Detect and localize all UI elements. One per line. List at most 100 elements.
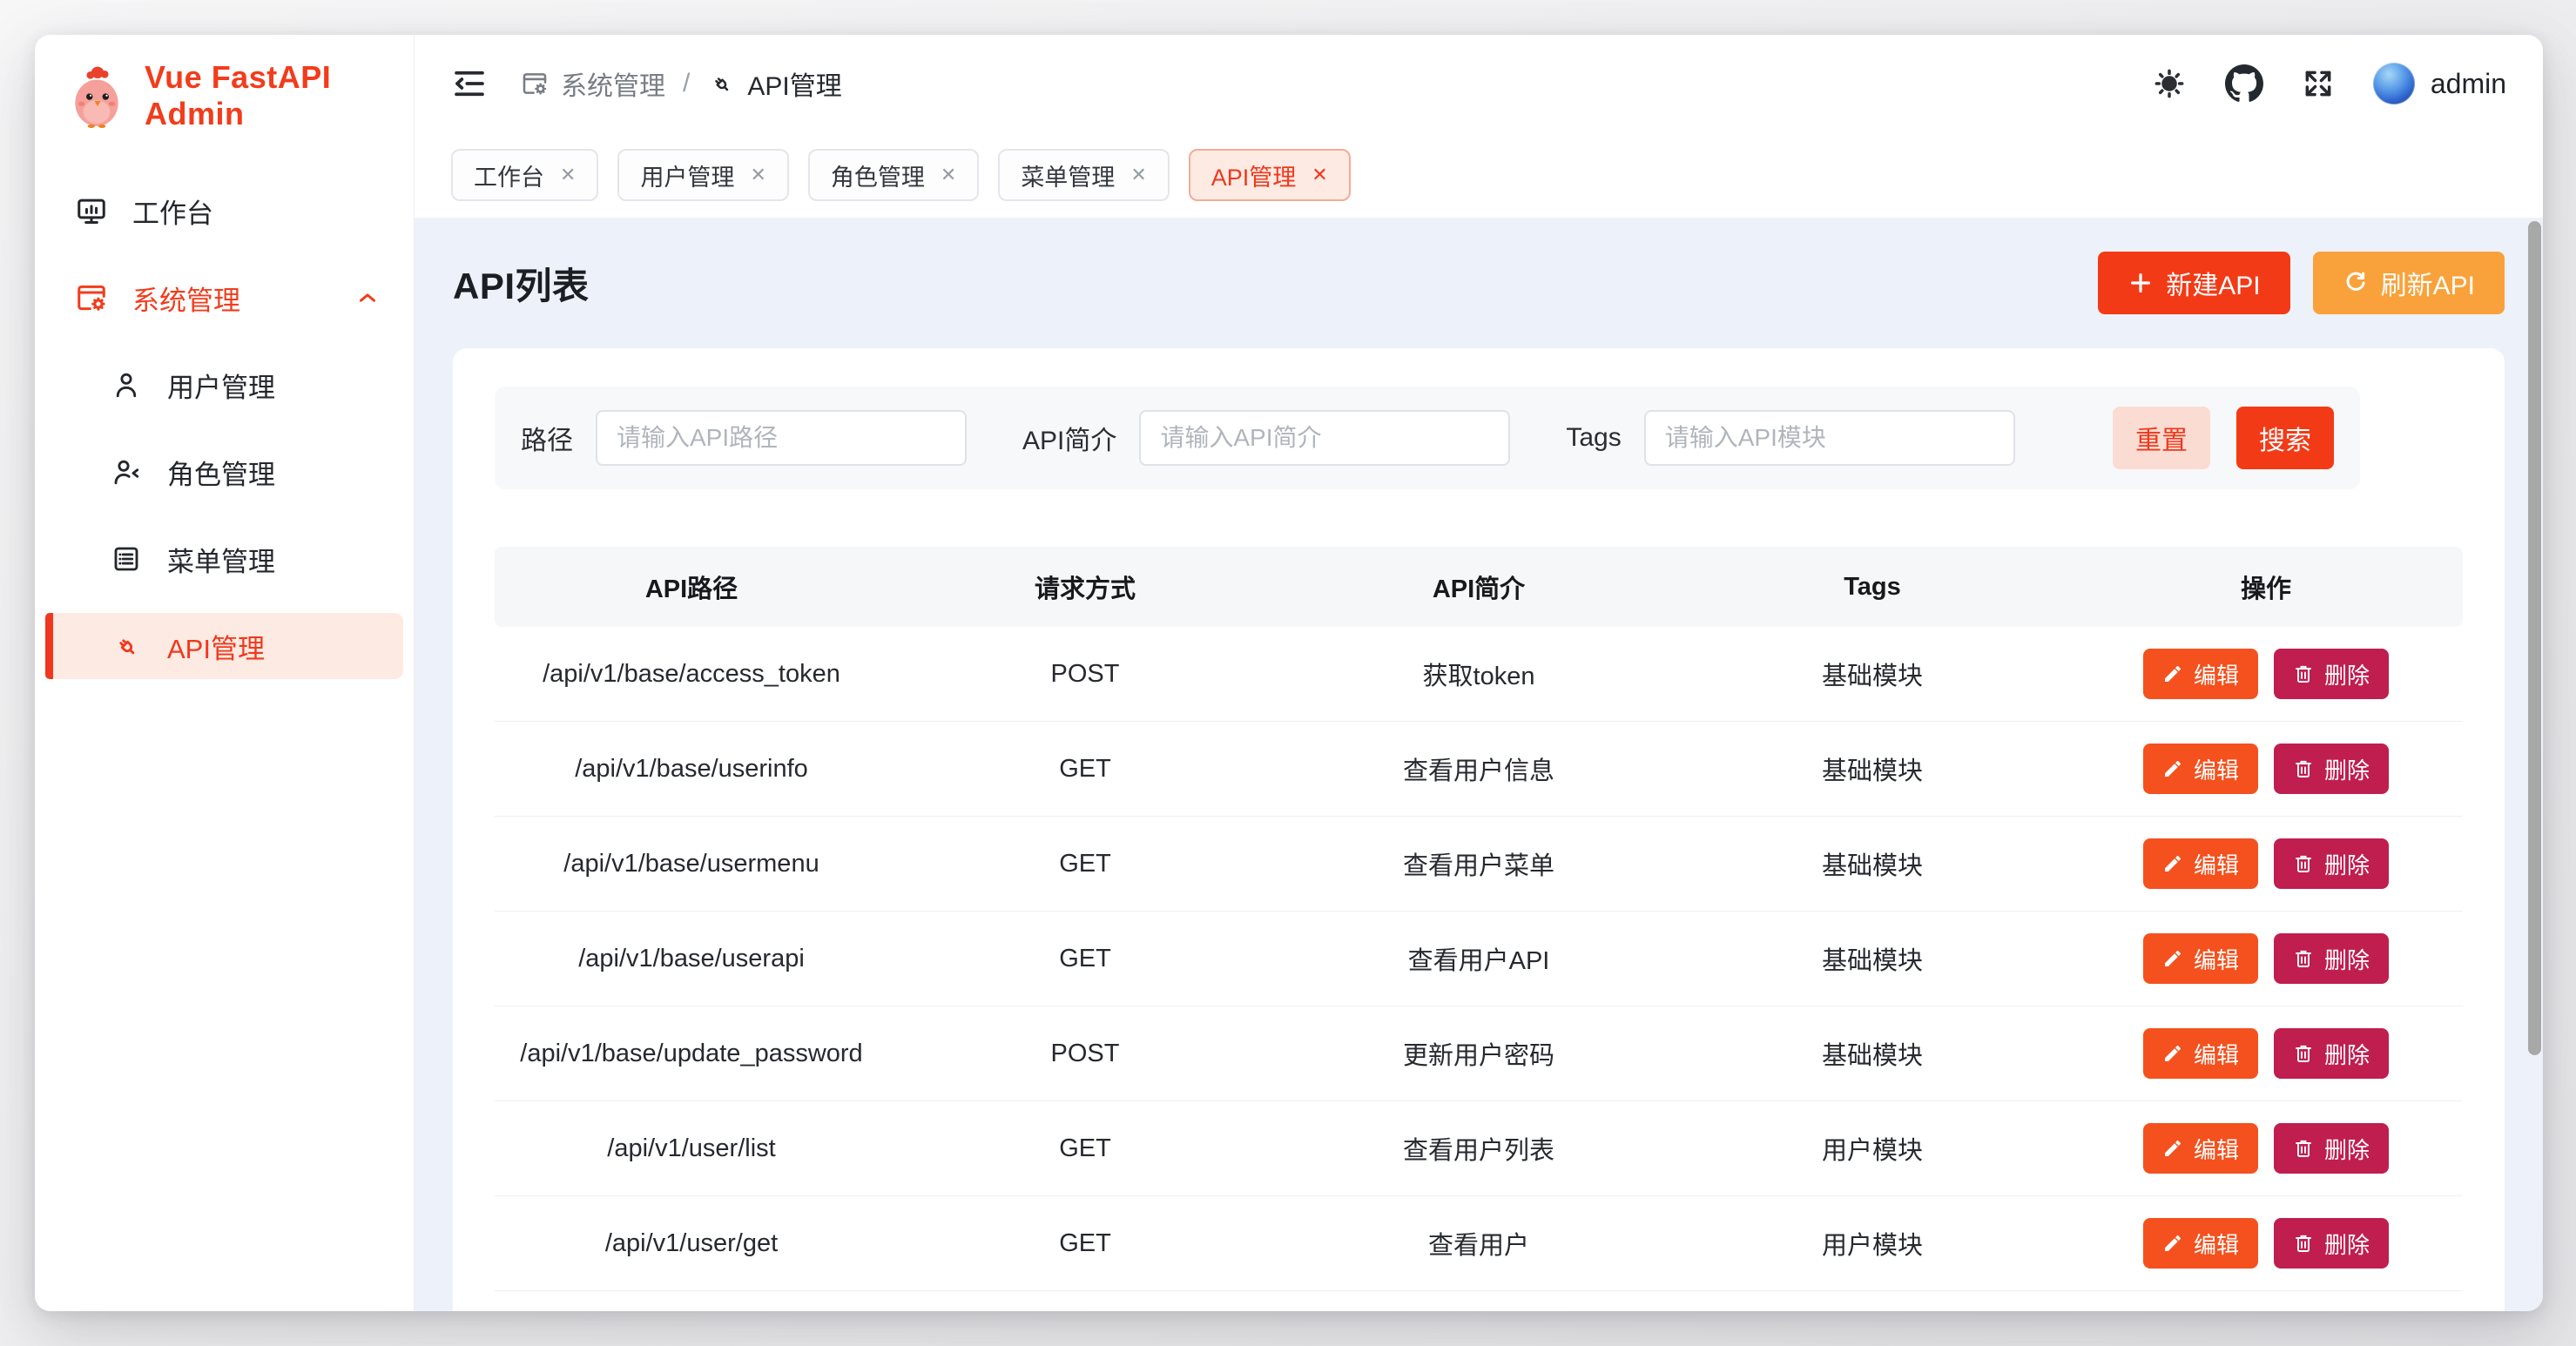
sidebar-item-menu-management[interactable]: 菜单管理 [45, 526, 403, 592]
github-icon[interactable] [2225, 64, 2263, 103]
path-label: 路径 [521, 419, 573, 457]
sidebar-item-role-management[interactable]: 角色管理 [45, 439, 403, 505]
edit-button[interactable]: 编辑 [2143, 1028, 2258, 1079]
close-icon[interactable]: ✕ [1130, 165, 1146, 185]
cell-summary: 获取token [1282, 656, 1676, 692]
breadcrumb-api-management[interactable]: API管理 [707, 64, 841, 103]
tab-label: API管理 [1211, 158, 1297, 192]
theme-toggle-sun-icon[interactable] [2152, 66, 2187, 101]
search-button[interactable]: 搜索 [2236, 407, 2334, 469]
cell-summary: 更新用户密码 [1282, 1035, 1676, 1072]
page-title-row: API列表 新建API [453, 218, 2505, 348]
sidebar-item-label: 菜单管理 [167, 540, 275, 579]
page-title: API列表 [453, 257, 590, 310]
sidebar: Vue FastAPI Admin 工作台 [35, 35, 415, 1311]
col-summary: API简介 [1282, 569, 1676, 605]
col-tags: Tags [1676, 573, 2069, 602]
vertical-scrollbar-thumb[interactable] [2528, 221, 2541, 1055]
refresh-api-button[interactable]: 刷新API [2313, 252, 2505, 314]
pencil-icon [2162, 1233, 2183, 1254]
desktop-background: Vue FastAPI Admin 工作台 [0, 0, 2576, 1346]
close-icon[interactable]: ✕ [750, 165, 765, 185]
delete-button[interactable]: 删除 [2274, 649, 2389, 699]
cell-actions: 编辑 删除 [2069, 744, 2463, 794]
breadcrumb: 系统管理 / API管理 [521, 64, 842, 103]
pencil-icon [2162, 1138, 2183, 1159]
tab-workbench[interactable]: 工作台 ✕ [451, 149, 598, 201]
cell-actions: 编辑 删除 [2069, 933, 2463, 984]
tab-label: 菜单管理 [1021, 158, 1115, 192]
cell-method: GET [888, 755, 1282, 784]
trash-icon [2293, 853, 2314, 874]
table-row: /api/v1/base/userinfo GET 查看用户信息 基础模块 编辑 [495, 722, 2463, 817]
tab-menu-management[interactable]: 菜单管理 ✕ [998, 149, 1169, 201]
sidebar-item-api-management[interactable]: API管理 [45, 613, 403, 679]
cell-path: /api/v1/user/get [495, 1229, 888, 1258]
cell-summary: 查看用户 [1282, 1225, 1676, 1262]
sidebar-item-label: 系统管理 [132, 279, 240, 318]
cell-path: /api/v1/base/access_token [495, 660, 888, 689]
sidebar-item-label: 工作台 [132, 192, 213, 231]
edit-button[interactable]: 编辑 [2143, 1218, 2258, 1269]
cell-tags: 用户模块 [1676, 1225, 2069, 1262]
reset-button[interactable]: 重置 [2113, 407, 2210, 469]
cell-summary: 查看用户列表 [1282, 1130, 1676, 1167]
sidebar-menu: 工作台 系统管理 [35, 157, 414, 679]
close-icon[interactable]: ✕ [1312, 165, 1327, 185]
edit-button[interactable]: 编辑 [2143, 744, 2258, 794]
pencil-icon [2162, 853, 2183, 874]
close-icon[interactable]: ✕ [941, 165, 956, 185]
cell-method: GET [888, 1134, 1282, 1163]
breadcrumb-system-management[interactable]: 系统管理 [521, 64, 665, 103]
tags-input[interactable] [1644, 410, 2015, 466]
summary-input[interactable] [1139, 410, 1510, 466]
sidebar-item-system-management[interactable]: 系统管理 [45, 265, 403, 331]
delete-button[interactable]: 删除 [2274, 744, 2389, 794]
cell-path: /api/v1/base/userapi [495, 945, 888, 973]
new-api-button[interactable]: 新建API [2098, 252, 2289, 314]
fullscreen-icon[interactable] [2302, 67, 2335, 100]
cell-summary: 查看用户信息 [1282, 750, 1676, 787]
user-role-icon [110, 456, 143, 488]
edit-button[interactable]: 编辑 [2143, 838, 2258, 889]
cell-tags: 基础模块 [1676, 845, 2069, 882]
tab-role-management[interactable]: 角色管理 ✕ [808, 149, 979, 201]
cell-path: /api/v1/base/userinfo [495, 755, 888, 784]
close-icon[interactable]: ✕ [560, 165, 576, 185]
sidebar-item-label: API管理 [167, 627, 265, 666]
user-menu[interactable]: admin [2373, 63, 2506, 104]
cell-path: /api/v1/base/update_password [495, 1040, 888, 1068]
chevron-up-icon [354, 285, 381, 311]
edit-button[interactable]: 编辑 [2143, 649, 2258, 699]
edit-button[interactable]: 编辑 [2143, 1123, 2258, 1174]
path-input[interactable] [596, 410, 967, 466]
sidebar-item-user-management[interactable]: 用户管理 [45, 352, 403, 418]
summary-label: API简介 [1022, 419, 1116, 457]
avatar [2373, 63, 2415, 104]
tab-label: 工作台 [474, 158, 544, 192]
col-method: 请求方式 [888, 569, 1282, 605]
breadcrumb-separator: / [683, 69, 690, 98]
monitor-icon [75, 194, 108, 227]
window-gear-icon [75, 281, 108, 314]
tab-api-management[interactable]: API管理 ✕ [1189, 149, 1351, 201]
refresh-icon [2343, 270, 2369, 296]
edit-button[interactable]: 编辑 [2143, 933, 2258, 984]
tags-label: Tags [1566, 423, 1621, 453]
main-area: 系统管理 / API管理 [415, 35, 2543, 1311]
delete-button[interactable]: 删除 [2274, 1218, 2389, 1269]
cell-tags: 基础模块 [1676, 940, 2069, 977]
tab-user-management[interactable]: 用户管理 ✕ [617, 149, 788, 201]
breadcrumb-label: API管理 [747, 64, 841, 103]
logo[interactable]: Vue FastAPI Admin [35, 35, 414, 157]
cell-tags: 基础模块 [1676, 750, 2069, 787]
delete-button[interactable]: 删除 [2274, 838, 2389, 889]
sidebar-collapse-button[interactable] [451, 65, 488, 102]
sidebar-item-workbench[interactable]: 工作台 [45, 178, 403, 244]
delete-button[interactable]: 删除 [2274, 1123, 2389, 1174]
tab-label: 用户管理 [640, 158, 734, 192]
table-row: /api/v1/base/access_token POST 获取token 基… [495, 627, 2463, 722]
delete-button[interactable]: 删除 [2274, 933, 2389, 984]
delete-button[interactable]: 删除 [2274, 1028, 2389, 1079]
user-icon [110, 369, 143, 400]
